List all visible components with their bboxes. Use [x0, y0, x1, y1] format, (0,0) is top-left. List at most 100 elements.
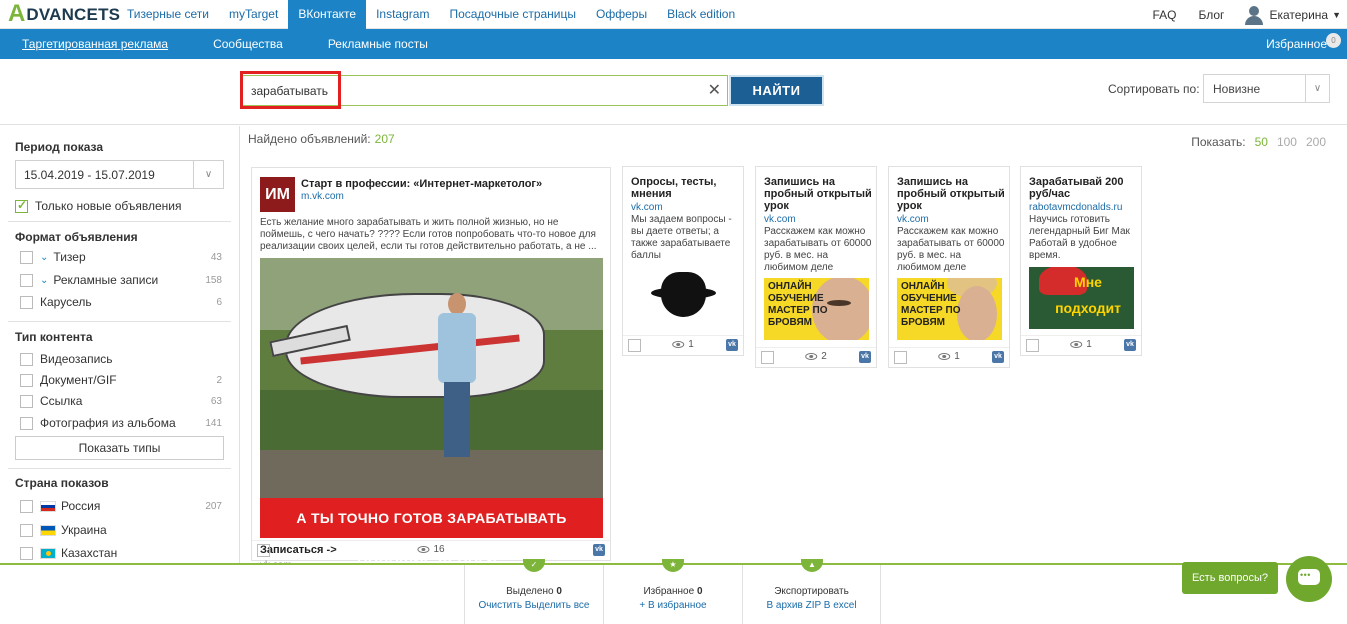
ad-card[interactable]: Запишись на пробный открытый урок vk.com… — [755, 166, 877, 368]
ad-text: Расскажем как можно зарабатывать от 6000… — [897, 226, 1005, 273]
chat-button[interactable] — [1286, 556, 1332, 602]
ad-domain[interactable]: vk.com — [764, 214, 796, 225]
nav-black-edition[interactable]: Black edition — [657, 0, 745, 29]
export-links[interactable]: В архив ZIP В excel — [743, 600, 880, 611]
content-count: 63 — [210, 395, 222, 407]
checkbox[interactable] — [20, 394, 33, 408]
ad-image-text: ОНЛАЙН ОБУЧЕНИЕ МАСТЕР ПО БРОВЯМ — [768, 281, 828, 328]
checkbox[interactable] — [20, 373, 33, 387]
find-button[interactable]: НАЙТИ — [729, 75, 824, 106]
nav-offers[interactable]: Офферы — [586, 0, 657, 29]
ad-domain[interactable]: vk.com — [897, 214, 929, 225]
period-select[interactable]: 15.04.2019 - 15.07.2019 ∨ — [15, 160, 224, 189]
vk-icon[interactable]: vk — [1124, 339, 1136, 351]
export-icon: ▲ — [801, 559, 823, 572]
ad-domain[interactable]: m.vk.com — [301, 191, 344, 202]
nav-vkontakte[interactable]: ВКонтакте — [288, 0, 367, 29]
views-count: 1 — [1086, 339, 1092, 350]
checkbox-checked[interactable] — [15, 198, 28, 213]
content-item-photo[interactable]: Фотография из альбома 141 — [20, 414, 222, 432]
checkbox[interactable] — [20, 273, 33, 287]
nav-mytarget[interactable]: myTarget — [219, 0, 288, 29]
blog-link[interactable]: Блог — [1199, 8, 1225, 22]
checkbox[interactable] — [20, 546, 33, 560]
country-item-kazakhstan[interactable]: Казахстан — [20, 544, 222, 562]
ad-domain[interactable]: vk.com — [631, 202, 663, 213]
star-icon: ★ — [662, 559, 684, 572]
country-item-ukraine[interactable]: Украина — [20, 521, 222, 539]
only-new-label: Только новые объявления — [35, 199, 182, 213]
ad-card[interactable]: Зарабатывай 200 руб/час rabotavmcdonalds… — [1020, 166, 1142, 356]
favorites-panel-count: 0 — [696, 586, 703, 597]
advertiser-avatar: ИМ — [260, 177, 295, 212]
card-checkbox[interactable] — [894, 351, 907, 364]
content-label: Фотография из альбома — [40, 416, 176, 430]
format-item-carousel[interactable]: Карусель 6 — [20, 293, 222, 311]
checkbox[interactable] — [20, 416, 33, 430]
country-item-russia[interactable]: Россия 207 — [20, 497, 222, 515]
found-label: Найдено объявлений: — [248, 132, 371, 146]
questions-button[interactable]: Есть вопросы? — [1182, 562, 1278, 594]
card-checkbox[interactable] — [761, 351, 774, 364]
vk-icon[interactable]: vk — [726, 339, 738, 351]
ad-image — [260, 258, 603, 498]
card-footer: 1 vk — [623, 335, 743, 355]
card-checkbox[interactable] — [628, 339, 641, 352]
page-size-100[interactable]: 100 — [1277, 135, 1297, 149]
user-menu[interactable]: Екатерина ▼ — [1244, 5, 1341, 25]
checkbox[interactable] — [20, 352, 33, 366]
eye-icon — [1070, 341, 1083, 348]
ad-title[interactable]: Зарабатывай 200 руб/час — [1029, 176, 1139, 200]
only-new-checkbox[interactable]: Только новые объявления — [15, 197, 217, 215]
favorites-panel: ★ Избранное 0 + В избранное — [603, 559, 742, 624]
subnav-ad-posts[interactable]: Рекламные посты — [318, 29, 438, 59]
ad-title[interactable]: Опросы, тесты, мнения — [631, 176, 741, 200]
person-body — [438, 313, 476, 383]
selected-actions[interactable]: Очистить Выделить все — [465, 600, 603, 611]
sort-select[interactable]: Новизне ∨ — [1203, 74, 1330, 103]
ad-card[interactable]: Опросы, тесты, мнения vk.com Мы задаем в… — [622, 166, 744, 356]
favorites-text: Избранное 0 — [604, 586, 742, 597]
chevron-down-icon[interactable]: ⌄ — [40, 275, 48, 286]
card-checkbox[interactable] — [1026, 339, 1039, 352]
vk-icon[interactable]: vk — [992, 351, 1004, 363]
eye-icon — [805, 353, 818, 360]
ad-banner-text: А ТЫ ТОЧНО ГОТОВ ЗАРАБАТЫВАТЬ БОЛЬШИЕ ДЕ… — [260, 498, 603, 566]
selected-count: 0 — [556, 586, 562, 597]
format-item-teaser[interactable]: ⌄ Тизер 43 — [20, 248, 222, 266]
subnav-targeted-ads[interactable]: Таргетированная реклама — [12, 29, 178, 59]
ad-domain[interactable]: rabotavmcdonalds.ru — [1029, 202, 1122, 213]
content-item-document[interactable]: Документ/GIF 2 — [20, 371, 222, 389]
vk-icon[interactable]: vk — [859, 351, 871, 363]
advancets-logo[interactable]: A DVANCETS — [8, 2, 120, 26]
checkbox[interactable] — [20, 523, 33, 537]
clear-icon[interactable]: ✕ — [708, 80, 721, 100]
checkbox[interactable] — [20, 295, 33, 309]
content-item-video[interactable]: Видеозапись — [20, 350, 222, 368]
nav-instagram[interactable]: Instagram — [366, 0, 439, 29]
format-label: Карусель — [40, 295, 92, 309]
ad-card[interactable]: Запишись на пробный открытый урок vk.com… — [888, 166, 1010, 368]
nav-teaser-networks[interactable]: Тизерные сети — [117, 0, 219, 29]
vk-icon[interactable]: vk — [593, 544, 605, 556]
ad-title[interactable]: Старт в профессии: «Интернет-маркетолог» — [301, 178, 542, 190]
content-item-link[interactable]: Ссылка 63 — [20, 392, 222, 410]
faq-link[interactable]: FAQ — [1152, 8, 1176, 22]
ad-title[interactable]: Запишись на пробный открытый урок — [897, 176, 1007, 212]
subnav-communities[interactable]: Сообщества — [203, 29, 293, 59]
nav-landing-pages[interactable]: Посадочные страницы — [439, 0, 586, 29]
favorites-link[interactable]: Избранное 0 — [1266, 29, 1341, 59]
ad-title[interactable]: Запишись на пробный открытый урок — [764, 176, 874, 212]
add-to-favorites-link[interactable]: + В избранное — [604, 600, 742, 611]
page-size-200[interactable]: 200 — [1306, 135, 1326, 149]
show-types-button[interactable]: Показать типы — [15, 436, 224, 460]
page-size-50[interactable]: 50 — [1255, 135, 1268, 149]
card-checkbox[interactable] — [257, 544, 270, 557]
chevron-down-icon[interactable]: ⌄ — [40, 252, 48, 263]
logo-text: DVANCETS — [26, 5, 121, 24]
checkbox[interactable] — [20, 250, 33, 264]
checkbox[interactable] — [20, 499, 33, 513]
ad-card[interactable]: ИМ Старт в профессии: «Интернет-маркетол… — [251, 167, 611, 571]
format-item-ad-posts[interactable]: ⌄ Рекламные записи 158 — [20, 271, 222, 289]
card-footer: 2 vk — [756, 347, 876, 367]
